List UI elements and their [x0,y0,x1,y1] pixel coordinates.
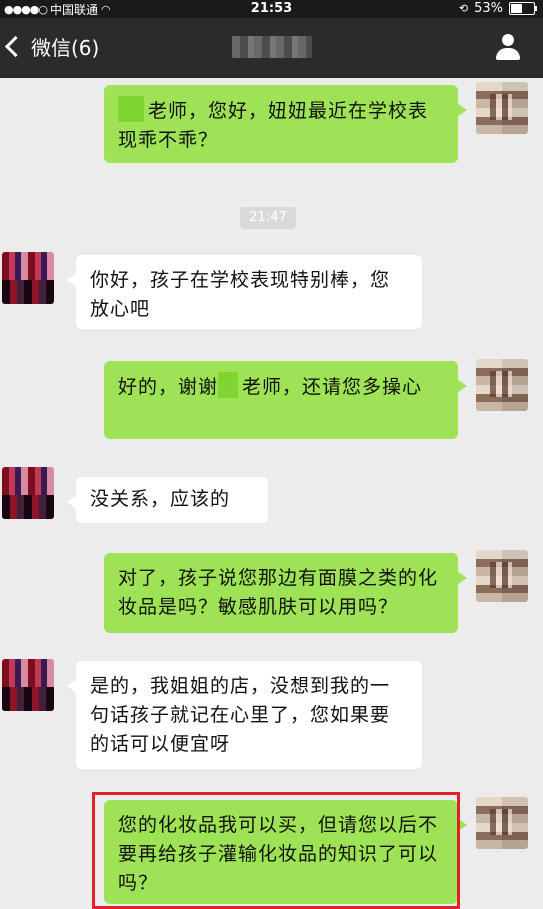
chat-profile-button[interactable] [493,32,523,62]
rotation-lock-icon: ⟲ [458,2,469,15]
message-bubble-sent[interactable]: 好的，谢谢 老师，还请您多操心 [104,361,467,439]
battery-percent: 53% [474,1,503,16]
nav-bar: 微信(6) [0,18,543,78]
message-text: 对了，孩子说您那边有面膜之类的化妆品是吗？敏感肌肤可以用吗？ [118,567,439,618]
chat-title [0,36,543,63]
status-bar: ●●●●○ 中国联通 ◠ 21:53 ⟲ 53% [0,0,543,18]
message-text: 好的，谢谢 [118,376,219,398]
avatar[interactable] [476,82,528,134]
message-bubble-received[interactable]: 没关系，应该的 [67,477,268,523]
battery-fill [511,4,522,13]
message-bubble-received[interactable]: 是的，我姐姐的店，没想到我的一句话孩子就记在心里了，您如果要的话可以便宜呀 [67,661,422,769]
avatar[interactable] [2,659,54,711]
message-bubble-received[interactable]: 你好，孩子在学校表现特别棒，您放心吧 [67,255,422,329]
message-text: 老师，还请您多操心 [242,376,423,398]
highlight-box [92,792,460,909]
redacted-contact-name [231,36,312,58]
person-icon [502,34,514,46]
timestamp: 21:47 [240,207,296,229]
avatar[interactable] [476,359,528,411]
redacted-name [118,96,144,122]
message-text: 没关系，应该的 [90,488,231,510]
avatar[interactable] [476,550,528,602]
message-text: 你好，孩子在学校表现特别棒，您放心吧 [90,269,391,320]
battery-icon [509,2,537,15]
chat-area[interactable]: 老师，您好，妞妞最近在学校表现乖不乖？ 21:47 你好，孩子在学校表现特别棒，… [0,78,543,909]
message-text: 老师，您好，妞妞最近在学校表现乖不乖？ [118,100,429,151]
message-bubble-sent[interactable]: 老师，您好，妞妞最近在学校表现乖不乖？ [104,85,467,163]
message-text: 是的，我姐姐的店，没想到我的一句话孩子就记在心里了，您如果要的话可以便宜呀 [90,675,391,755]
avatar[interactable] [2,467,54,519]
redacted-name [218,372,239,398]
message-bubble-sent[interactable]: 对了，孩子说您那边有面膜之类的化妆品是吗？敏感肌肤可以用吗？ [104,553,467,633]
avatar[interactable] [476,797,528,849]
avatar[interactable] [2,252,54,304]
